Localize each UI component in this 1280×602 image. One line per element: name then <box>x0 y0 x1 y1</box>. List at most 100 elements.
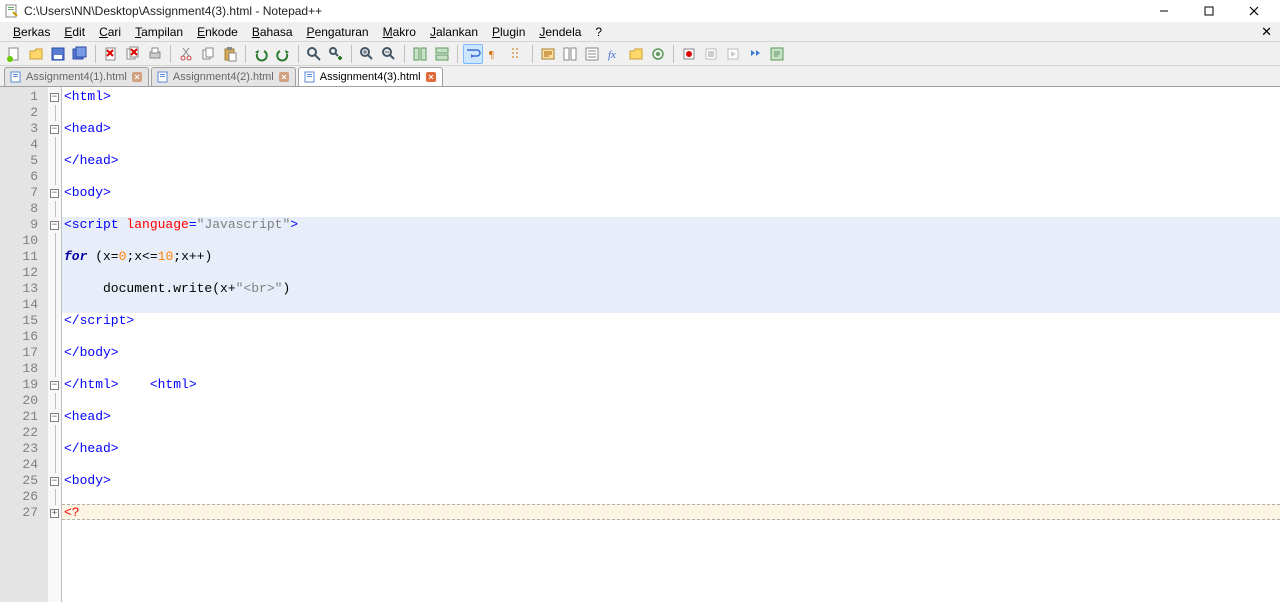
code-line[interactable] <box>62 265 1280 281</box>
stop-macro-button[interactable] <box>701 44 721 64</box>
fold-row <box>48 201 61 217</box>
tab-close-icon[interactable] <box>425 71 437 83</box>
fold-minus-icon[interactable]: − <box>50 381 59 390</box>
record-macro-button[interactable] <box>679 44 699 64</box>
menu-tampilan[interactable]: Tampilan <box>128 23 190 41</box>
word-wrap-button[interactable] <box>463 44 483 64</box>
fold-minus-icon[interactable]: − <box>50 93 59 102</box>
undo-button[interactable] <box>251 44 271 64</box>
code-line[interactable]: <head> <box>62 409 1280 425</box>
window-title: C:\Users\NN\Desktop\Assignment4(3).html … <box>24 4 1141 18</box>
tab-2[interactable]: Assignment4(3).html <box>298 67 443 86</box>
folder-view-button[interactable] <box>626 44 646 64</box>
code-line[interactable]: document.write(x+"<br>") <box>62 281 1280 297</box>
doc-list-button[interactable] <box>582 44 602 64</box>
toolbar-separator <box>457 45 458 63</box>
tab-1[interactable]: Assignment4(2).html <box>151 67 296 86</box>
print-button[interactable] <box>145 44 165 64</box>
close-all-button[interactable] <box>123 44 143 64</box>
play-macro-button[interactable] <box>723 44 743 64</box>
code-line[interactable] <box>62 297 1280 313</box>
code-line[interactable]: </body> <box>62 345 1280 361</box>
fold-plus-icon[interactable]: + <box>50 509 59 518</box>
replace-button[interactable] <box>326 44 346 64</box>
code-line[interactable]: <script language="Javascript"> <box>62 217 1280 233</box>
code-line[interactable]: </head> <box>62 153 1280 169</box>
line-number: 6 <box>0 169 48 185</box>
indent-guide-button[interactable] <box>507 44 527 64</box>
code-line[interactable]: </head> <box>62 441 1280 457</box>
tab-close-icon[interactable] <box>131 71 143 83</box>
maximize-button[interactable] <box>1186 0 1231 22</box>
line-number: 15 <box>0 313 48 329</box>
code-line[interactable]: for (x=0;x<=10;x++) <box>62 249 1280 265</box>
zoom-out-button[interactable] <box>379 44 399 64</box>
code-area[interactable]: <html> <head> </head> <body> <script lan… <box>62 87 1280 602</box>
find-button[interactable] <box>304 44 324 64</box>
code-line[interactable]: <html> <box>62 89 1280 105</box>
toolbar-separator <box>673 45 674 63</box>
code-line[interactable] <box>62 425 1280 441</box>
code-line[interactable]: <? <box>62 504 1280 520</box>
code-line[interactable]: </script> <box>62 313 1280 329</box>
code-line[interactable]: <head> <box>62 121 1280 137</box>
fold-minus-icon[interactable]: − <box>50 477 59 486</box>
tab-0[interactable]: Assignment4(1).html <box>4 67 149 86</box>
sync-hscroll-button[interactable] <box>432 44 452 64</box>
play-multi-button[interactable] <box>745 44 765 64</box>
open-file-button[interactable] <box>26 44 46 64</box>
sync-vscroll-button[interactable] <box>410 44 430 64</box>
save-button[interactable] <box>48 44 68 64</box>
code-line[interactable] <box>62 329 1280 345</box>
cut-button[interactable] <box>176 44 196 64</box>
zoom-in-button[interactable] <box>357 44 377 64</box>
menu-berkas[interactable]: Berkas <box>6 23 57 41</box>
code-line[interactable]: <body> <box>62 473 1280 489</box>
fold-row <box>48 345 61 361</box>
code-line[interactable] <box>62 105 1280 121</box>
code-line[interactable] <box>62 137 1280 153</box>
code-line[interactable]: </html> <html> <box>62 377 1280 393</box>
code-line[interactable] <box>62 361 1280 377</box>
menu-plugin[interactable]: Plugin <box>485 23 532 41</box>
monitor-button[interactable] <box>648 44 668 64</box>
menu-jendela[interactable]: Jendela <box>532 23 588 41</box>
code-line[interactable] <box>62 393 1280 409</box>
copy-button[interactable] <box>198 44 218 64</box>
new-file-button[interactable] <box>4 44 24 64</box>
function-list-button[interactable]: fx <box>604 44 624 64</box>
fold-minus-icon[interactable]: − <box>50 221 59 230</box>
line-number: 14 <box>0 297 48 313</box>
toolbar-separator <box>298 45 299 63</box>
minimize-button[interactable] <box>1141 0 1186 22</box>
menu-jalankan[interactable]: Jalankan <box>423 23 485 41</box>
save-macro-button[interactable] <box>767 44 787 64</box>
code-line[interactable] <box>62 201 1280 217</box>
menu-?[interactable]: ? <box>588 23 609 41</box>
menubar-close-x-icon[interactable]: ✕ <box>1261 24 1272 40</box>
language-udl-button[interactable] <box>538 44 558 64</box>
code-line[interactable]: <body> <box>62 185 1280 201</box>
close-file-button[interactable] <box>101 44 121 64</box>
redo-button[interactable] <box>273 44 293 64</box>
menu-edit[interactable]: Edit <box>57 23 92 41</box>
menu-enkode[interactable]: Enkode <box>190 23 245 41</box>
fold-minus-icon[interactable]: − <box>50 413 59 422</box>
line-number: 19 <box>0 377 48 393</box>
code-line[interactable] <box>62 457 1280 473</box>
save-all-button[interactable] <box>70 44 90 64</box>
menu-makro[interactable]: Makro <box>376 23 423 41</box>
paste-button[interactable] <box>220 44 240 64</box>
fold-minus-icon[interactable]: − <box>50 189 59 198</box>
tab-close-icon[interactable] <box>278 71 290 83</box>
close-button[interactable] <box>1231 0 1276 22</box>
code-line[interactable] <box>62 233 1280 249</box>
show-all-chars-button[interactable]: ¶ <box>485 44 505 64</box>
menu-pengaturan[interactable]: Pengaturan <box>300 23 376 41</box>
code-line[interactable] <box>62 489 1280 505</box>
code-line[interactable] <box>62 169 1280 185</box>
menu-cari[interactable]: Cari <box>92 23 128 41</box>
doc-map-button[interactable] <box>560 44 580 64</box>
fold-minus-icon[interactable]: − <box>50 125 59 134</box>
menu-bahasa[interactable]: Bahasa <box>245 23 300 41</box>
